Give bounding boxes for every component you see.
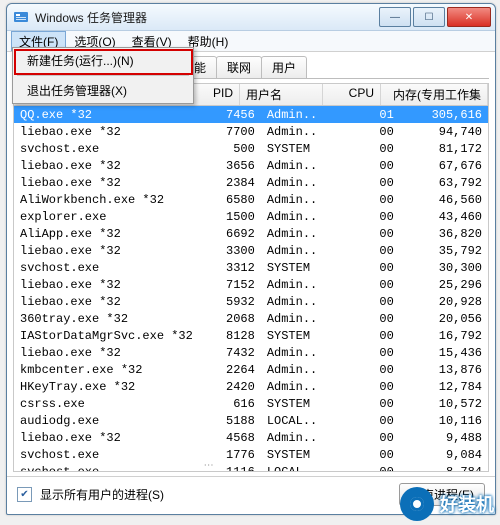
table-row[interactable]: svchost.exe1776SYSTEM009,084 (14, 446, 488, 463)
close-button[interactable]: ✕ (447, 7, 491, 27)
table-row[interactable]: IAStorDataMgrSvc.exe *328128SYSTEM0016,7… (14, 327, 488, 344)
table-row[interactable]: liebao.exe *327152Admin..0025,296 (14, 276, 488, 293)
scroll-indicator: ⋯ (204, 460, 214, 471)
table-row[interactable]: HKeyTray.exe *322420Admin..0012,784 (14, 378, 488, 395)
table-row[interactable]: svchost.exe500SYSTEM0081,172 (14, 140, 488, 157)
table-row[interactable]: svchost.exe1116LOCAL..008,784 (14, 463, 488, 472)
menu-separator (17, 75, 189, 76)
table-row[interactable]: liebao.exe *327700Admin..0094,740 (14, 123, 488, 140)
table-row[interactable]: liebao.exe *323300Admin..0035,792 (14, 242, 488, 259)
col-user[interactable]: 用户名 (240, 84, 323, 105)
table-row[interactable]: liebao.exe *322384Admin..0063,792 (14, 174, 488, 191)
table-row[interactable]: AliWorkbench.exe *326580Admin..0046,560 (14, 191, 488, 208)
table-row[interactable]: AliApp.exe *326692Admin..0036,820 (14, 225, 488, 242)
table-row[interactable]: csrss.exe616SYSTEM0010,572 (14, 395, 488, 412)
watermark-text: 好装机 (440, 491, 494, 517)
table-row[interactable]: liebao.exe *323656Admin..0067,676 (14, 157, 488, 174)
maximize-button[interactable]: ☐ (413, 7, 445, 27)
watermark: 好装机 (400, 487, 494, 521)
minimize-button[interactable]: — (379, 7, 411, 27)
app-icon (13, 9, 29, 25)
file-menu-dropdown: 新建任务(运行...)(N) 退出任务管理器(X) (12, 47, 194, 104)
table-row[interactable]: 360tray.exe *322068Admin..0020,056 (14, 310, 488, 327)
watermark-badge-icon (400, 487, 434, 521)
process-list[interactable]: QQ.exe *327456Admin..01305,616liebao.exe… (13, 106, 489, 472)
titlebar[interactable]: Windows 任务管理器 — ☐ ✕ (7, 4, 495, 31)
menu-exit[interactable]: 退出任务管理器(X) (13, 78, 193, 103)
table-row[interactable]: QQ.exe *327456Admin..01305,616 (14, 106, 488, 123)
col-mem[interactable]: 内存(专用工作集 (381, 84, 488, 105)
table-row[interactable]: explorer.exe1500Admin..0043,460 (14, 208, 488, 225)
show-all-users-checkbox[interactable]: ✔ (17, 487, 32, 502)
tab-users[interactable]: 用户 (261, 56, 307, 78)
window-controls: — ☐ ✕ (379, 7, 491, 27)
menu-new-task[interactable]: 新建任务(运行...)(N) (13, 48, 193, 73)
window-title: Windows 任务管理器 (35, 9, 379, 26)
table-row[interactable]: svchost.exe3312SYSTEM0030,300 (14, 259, 488, 276)
tab-networking[interactable]: 联网 (216, 56, 262, 78)
table-row[interactable]: liebao.exe *324568Admin..009,488 (14, 429, 488, 446)
table-row[interactable]: liebao.exe *327432Admin..0015,436 (14, 344, 488, 361)
process-table: QQ.exe *327456Admin..01305,616liebao.exe… (14, 106, 488, 472)
table-row[interactable]: liebao.exe *325932Admin..0020,928 (14, 293, 488, 310)
show-all-users-label: 显示所有用户的进程(S) (40, 486, 164, 503)
col-cpu[interactable]: CPU (323, 84, 381, 105)
table-row[interactable]: kmbcenter.exe *322264Admin..0013,876 (14, 361, 488, 378)
table-row[interactable]: audiodg.exe5188LOCAL..0010,116 (14, 412, 488, 429)
